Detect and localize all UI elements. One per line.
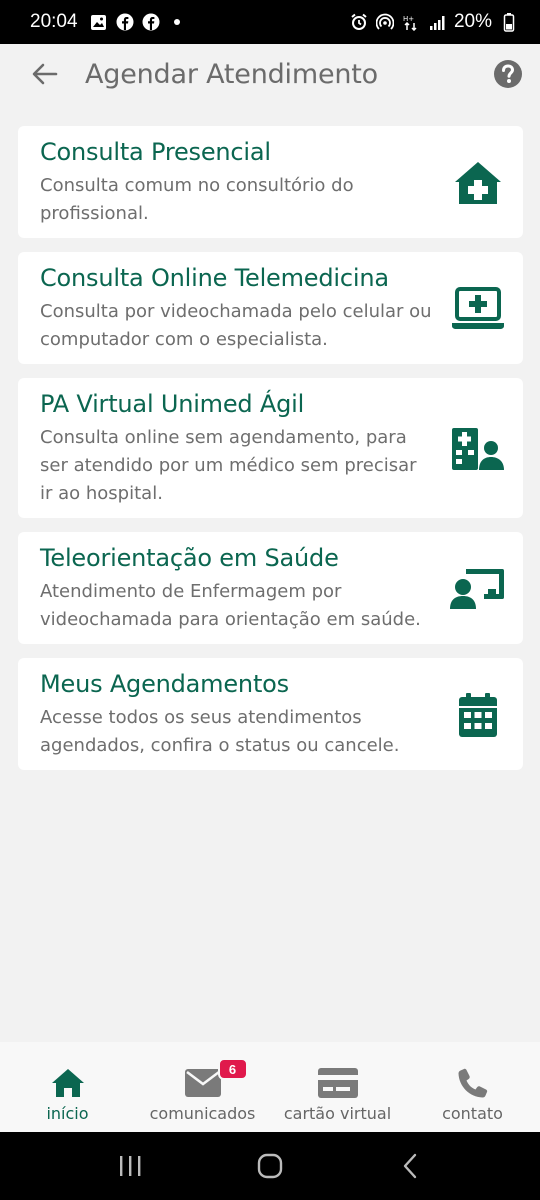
- facebook-icon: [116, 13, 134, 31]
- battery-icon: [500, 13, 518, 32]
- hospital-user-icon: [449, 420, 507, 478]
- calendar-icon: [449, 686, 507, 744]
- card-icon: [317, 1064, 359, 1102]
- laptop-medical-icon: [449, 280, 507, 338]
- nav-label: início: [46, 1104, 89, 1123]
- alarm-icon: [350, 13, 368, 31]
- card-description: Consulta por videochamada pelo celular o…: [40, 301, 432, 350]
- recent-apps-icon: [120, 1156, 141, 1176]
- card-teleorientacao[interactable]: Teleorientação em Saúde Atendimento de E…: [18, 532, 523, 644]
- hotspot-icon: [375, 13, 394, 31]
- system-nav-bar: [0, 1132, 540, 1200]
- data-icon: H+: [402, 13, 420, 31]
- status-time: 20:04: [30, 11, 78, 32]
- home-circle-icon: [257, 1153, 283, 1179]
- nav-comunicados[interactable]: 6 comunicados: [135, 1042, 270, 1132]
- home-icon: [50, 1064, 86, 1102]
- clinic-house-icon: [449, 154, 507, 212]
- recent-apps-button[interactable]: [100, 1146, 160, 1186]
- unread-badge: 6: [217, 1058, 248, 1080]
- card-title: Meus Agendamentos: [40, 670, 289, 698]
- nav-label: cartão virtual: [283, 1104, 392, 1123]
- back-button[interactable]: [30, 59, 60, 89]
- dot-icon: [168, 13, 186, 31]
- card-meus-agendamentos[interactable]: Meus Agendamentos Acesse todos os seus a…: [18, 658, 523, 770]
- arrow-left-icon: [32, 63, 58, 85]
- card-title: Consulta Online Telemedicina: [40, 264, 389, 292]
- card-pa-virtual[interactable]: PA Virtual Unimed Ágil Consulta online s…: [18, 378, 523, 518]
- nav-contato[interactable]: contato: [405, 1042, 540, 1132]
- card-description: Consulta comum no consultório do profiss…: [40, 175, 354, 224]
- home-system-button[interactable]: [240, 1146, 300, 1186]
- svg-text:H+: H+: [403, 15, 414, 23]
- back-system-button[interactable]: [380, 1146, 440, 1186]
- status-bar: 20:04 H+ 20%: [0, 0, 540, 44]
- card-description: Consulta online sem agendamento, para se…: [40, 427, 417, 504]
- help-circle-icon: [494, 60, 522, 88]
- nav-label: contato: [442, 1104, 503, 1123]
- signal-icon: [428, 13, 446, 31]
- page-title: Agendar Atendimento: [85, 58, 378, 90]
- chevron-left-icon: [403, 1153, 417, 1179]
- card-title: Teleorientação em Saúde: [40, 544, 339, 572]
- nav-cartao-virtual[interactable]: cartão virtual: [270, 1042, 405, 1132]
- envelope-icon: 6: [184, 1058, 248, 1102]
- card-description: Atendimento de Enfermagem por videochama…: [40, 581, 421, 630]
- nav-inicio[interactable]: início: [0, 1042, 135, 1132]
- card-consulta-presencial[interactable]: Consulta Presencial Consulta comum no co…: [18, 126, 523, 238]
- battery-text: 20%: [453, 11, 492, 32]
- options-list: Consulta Presencial Consulta comum no co…: [18, 126, 523, 784]
- card-description: Acesse todos os seus atendimentos agenda…: [40, 707, 400, 756]
- bottom-nav: início 6 comunicados cartão virtual cont…: [0, 1042, 540, 1132]
- card-consulta-online[interactable]: Consulta Online Telemedicina Consulta po…: [18, 252, 523, 364]
- nav-label: comunicados: [149, 1104, 256, 1123]
- facebook-icon: [142, 13, 160, 31]
- card-title: Consulta Presencial: [40, 138, 271, 166]
- phone-icon: [457, 1064, 489, 1102]
- app-bar: Agendar Atendimento: [0, 44, 540, 104]
- gallery-icon: [90, 13, 108, 31]
- help-button[interactable]: [492, 58, 524, 90]
- card-title: PA Virtual Unimed Ágil: [40, 390, 305, 418]
- chalkboard-user-icon: [449, 560, 507, 618]
